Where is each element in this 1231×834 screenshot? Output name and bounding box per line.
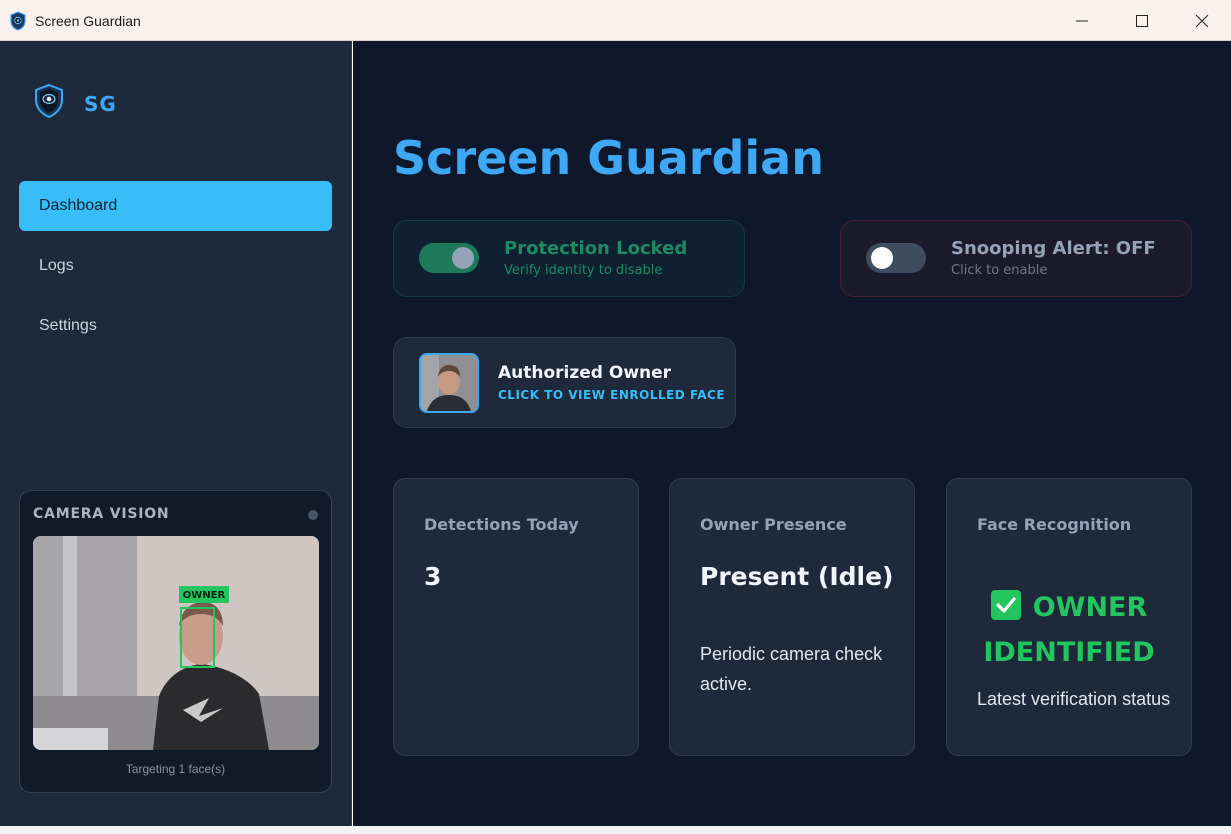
protection-subtitle: Verify identity to disable	[504, 263, 663, 278]
detections-label: Detections Today	[424, 515, 579, 534]
owner-avatar	[419, 353, 479, 413]
nav-settings[interactable]: Settings	[19, 301, 332, 351]
authorized-owner-card[interactable]: Authorized Owner CLICK TO VIEW ENROLLED …	[393, 337, 736, 428]
snooping-title: Snooping Alert: OFF	[951, 238, 1156, 259]
face-status: OWNER IDENTIFIED	[947, 585, 1191, 675]
shield-logo-icon	[35, 83, 63, 119]
window-title: Screen Guardian	[35, 13, 141, 29]
camera-feed: OWNER	[33, 536, 319, 750]
title-bar: Screen Guardian	[0, 0, 1231, 41]
page-title: Screen Guardian	[393, 131, 824, 185]
protection-title: Protection Locked	[504, 238, 688, 259]
camera-vision-title: CAMERA VISION	[33, 506, 170, 522]
camera-feed-image: OWNER	[33, 536, 319, 750]
owner-presence-card: Owner Presence Present (Idle) Periodic c…	[669, 478, 915, 756]
snooping-switch[interactable]	[866, 243, 926, 273]
face-recognition-card: Face Recognition OWNER IDENTIFIED Latest…	[946, 478, 1192, 756]
owner-overlay-label: OWNER	[183, 590, 226, 601]
protection-switch[interactable]	[419, 243, 479, 273]
desktop-strip	[0, 826, 1231, 834]
check-icon	[990, 590, 1021, 620]
detections-card: Detections Today 3	[393, 478, 639, 756]
minimize-button[interactable]	[1059, 0, 1105, 41]
nav-dashboard[interactable]: Dashboard	[19, 181, 332, 231]
maximize-button[interactable]	[1119, 0, 1165, 41]
face-description: Latest verification status	[977, 689, 1171, 709]
snooping-toggle-card[interactable]: Snooping Alert: OFF Click to enable	[840, 220, 1192, 297]
snooping-subtitle: Click to enable	[951, 263, 1048, 278]
presence-value: Present (Idle)	[700, 562, 894, 591]
presence-label: Owner Presence	[700, 515, 847, 534]
camera-caption: Targeting 1 face(s)	[125, 762, 226, 776]
main-content: Screen Guardian Protection Locked Verify…	[353, 41, 1231, 834]
camera-vision-panel: CAMERA VISION OWNER Targeting 1 face(s)	[19, 490, 332, 793]
camera-status-dot	[308, 510, 318, 520]
switch-knob	[452, 247, 474, 269]
close-button[interactable]	[1179, 0, 1225, 41]
view-enrolled-face-link[interactable]: CLICK TO VIEW ENROLLED FACE	[498, 388, 725, 402]
detections-value: 3	[424, 562, 442, 591]
switch-knob	[871, 247, 893, 269]
owner-title: Authorized Owner	[498, 363, 672, 383]
shield-app-icon	[10, 11, 26, 31]
sidebar: SG Dashboard Logs Settings CAMERA VISION…	[0, 41, 352, 834]
maximize-icon	[1136, 14, 1148, 27]
face-recognition-label: Face Recognition	[977, 515, 1132, 534]
nav-logs[interactable]: Logs	[19, 241, 332, 291]
presence-description: Periodic camera check active.	[700, 644, 883, 694]
owner-face-image	[421, 355, 477, 411]
minimize-icon	[1076, 20, 1088, 21]
logo-text: SG	[84, 92, 117, 116]
protection-toggle-card[interactable]: Protection Locked Verify identity to dis…	[393, 220, 745, 297]
close-icon	[1195, 14, 1209, 27]
